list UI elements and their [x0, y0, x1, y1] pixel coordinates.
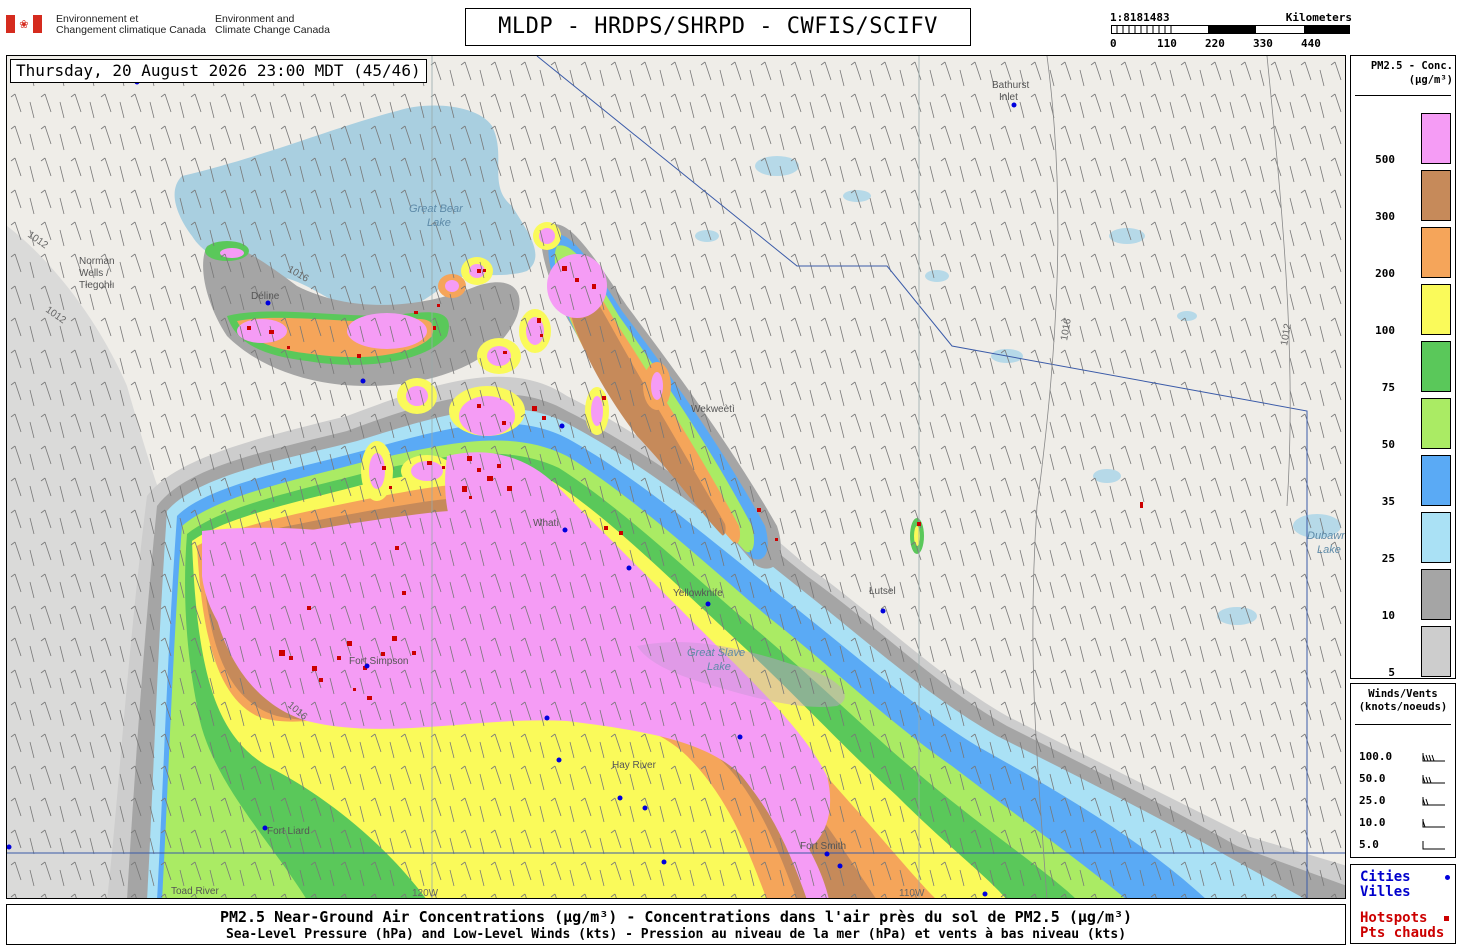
legend-swatch-200: [1421, 227, 1451, 278]
label-lutsel: Łutsel: [869, 586, 896, 597]
wind-row-50.0: 50.0: [1359, 772, 1453, 788]
product-title: MLDP - HRDPS/SHRPD - CWFIS/SCIFV: [465, 8, 971, 46]
label-great-bear-lake-2: Lake: [427, 217, 451, 229]
wind-barb-icon: [1422, 841, 1445, 850]
label-norman-wells-3: Tłegohłı: [79, 280, 115, 291]
wind-barb-icon: [1422, 819, 1445, 828]
wind-legend-title: Winds/Vents (knots/noeuds): [1358, 688, 1448, 713]
government-logo: ❀ Environnement et Changement climatique…: [6, 12, 346, 40]
label-great-slave-lake-2: Lake: [707, 661, 731, 673]
wind-speed-label: 50.0: [1359, 772, 1386, 785]
wind-barbs: [7, 56, 1345, 898]
label-great-bear-lake: Great Bear: [409, 203, 464, 215]
caption-line-2: Sea-Level Pressure (hPa) and Low-Level W…: [225, 927, 1127, 942]
caption-line-1: PM2.5 Near-Ground Air Concentrations (µg…: [219, 908, 1133, 926]
label-dubawnt-lake: Dubawnt: [1307, 530, 1346, 542]
scale-ratio: 1:8181483: [1110, 11, 1170, 24]
label-yellowknife: Yellowknife: [673, 588, 723, 599]
city-dot-icon: [1445, 875, 1450, 880]
scale-unit: Kilometers: [1285, 11, 1352, 24]
legend-swatch-100: [1421, 284, 1451, 335]
label-whati: Whatì: [533, 518, 559, 529]
legend-swatch-35: [1421, 455, 1451, 506]
wind-row-25.0: 25.0: [1359, 794, 1453, 810]
concentration-legend: PM2.5 - Conc. (µg/m³) 500 300 200 100 75 50 35…: [1350, 55, 1456, 679]
legend-label-500: 500: [1375, 153, 1395, 166]
legend-label-10: 10: [1381, 609, 1395, 622]
wind-row-5.0: 5.0: [1359, 838, 1453, 854]
legend-label-200: 200: [1375, 267, 1395, 280]
scale-bar: 1:8181483 Kilometers 0 110 220 330 440: [1108, 10, 1354, 52]
label-bathurst-inlet-2: Inlet: [999, 92, 1018, 103]
legend-swatch-25: [1421, 512, 1451, 563]
label-bathurst-inlet: Bathurst: [992, 80, 1029, 91]
label-norman-wells-2: Wells /: [79, 268, 109, 279]
map-caption: PM2.5 Near-Ground Air Concentrations (µg…: [6, 904, 1346, 945]
wind-legend: Winds/Vents (knots/noeuds) 100.0 50.0 25.0…: [1350, 683, 1456, 858]
label-toad-river: Toad River: [171, 886, 219, 897]
wind-speed-label: 100.0: [1359, 750, 1393, 763]
label-fort-liard: Fort Liard: [267, 826, 310, 837]
gov-name-fr: Environnement et Changement climatique C…: [56, 13, 207, 36]
legend-swatch-500: [1421, 113, 1451, 164]
canada-flag-icon: ❀: [6, 15, 42, 33]
wind-row-10.0: 10.0: [1359, 816, 1453, 832]
hotspots-label: Hotspots Pts chauds: [1360, 910, 1445, 941]
smoke-concentration-map[interactable]: Bathurst Inlet Norman Wells / Tłegohłı D…: [6, 55, 1346, 899]
legend-title: PM2.5 - Conc. (µg/m³): [1370, 60, 1453, 86]
wind-speed-label: 10.0: [1359, 816, 1386, 829]
meridian-label-110w: 110W: [899, 888, 925, 899]
legend-swatch-5: [1421, 626, 1451, 677]
scale-tick: 0: [1110, 37, 1117, 50]
legend-label-5: 5: [1388, 666, 1395, 679]
scale-tick: 220: [1205, 37, 1225, 50]
scale-tick: 110: [1157, 37, 1177, 50]
wind-barb-icon: [1422, 797, 1445, 806]
label-norman-wells: Norman: [79, 256, 115, 267]
symbol-legend: Cities Villes Hotspots Pts chauds: [1350, 864, 1456, 944]
wind-barb-icon: [1422, 775, 1445, 784]
label-dubawnt-lake-2: Lake: [1317, 544, 1341, 556]
legend-label-100: 100: [1375, 324, 1395, 337]
legend-swatch-50: [1421, 398, 1451, 449]
label-fort-simpson: Fort Simpson: [349, 656, 408, 667]
label-fort-smith: Fort Smith: [800, 841, 846, 852]
legend-label-75: 75: [1381, 381, 1395, 394]
scale-tick: 330: [1253, 37, 1273, 50]
legend-label-25: 25: [1381, 552, 1395, 565]
scale-tick: 440: [1301, 37, 1321, 50]
legend-swatch-10: [1421, 569, 1451, 620]
map-canvas: Bathurst Inlet Norman Wells / Tłegohłı D…: [7, 56, 1346, 899]
wind-speed-label: 5.0: [1359, 838, 1379, 851]
label-hay-river: Hay River: [612, 760, 657, 771]
legend-swatch-75: [1421, 341, 1451, 392]
legend-swatch-300: [1421, 170, 1451, 221]
label-great-slave-lake: Great Slave: [687, 647, 745, 659]
legend-label-35: 35: [1381, 495, 1395, 508]
gov-name-en: Environment and Climate Change Canada: [215, 13, 330, 36]
hotspot-square-icon: [1444, 916, 1449, 921]
legend-label-300: 300: [1375, 210, 1395, 223]
legend-label-50: 50: [1381, 438, 1395, 451]
wind-barb-icon: [1422, 753, 1445, 762]
meridian-label-120w: 120W: [412, 888, 439, 899]
wind-speed-label: 25.0: [1359, 794, 1386, 807]
scale-bar-graphic: [1111, 25, 1350, 34]
label-wekweeti: Wekweètì: [691, 404, 735, 415]
label-deline: Déline: [251, 291, 280, 302]
forecast-timestamp: Thursday, 20 August 2026 23:00 MDT (45/4…: [10, 59, 427, 83]
wind-row-100.0: 100.0: [1359, 750, 1453, 766]
cities-label: Cities Villes: [1360, 869, 1411, 900]
